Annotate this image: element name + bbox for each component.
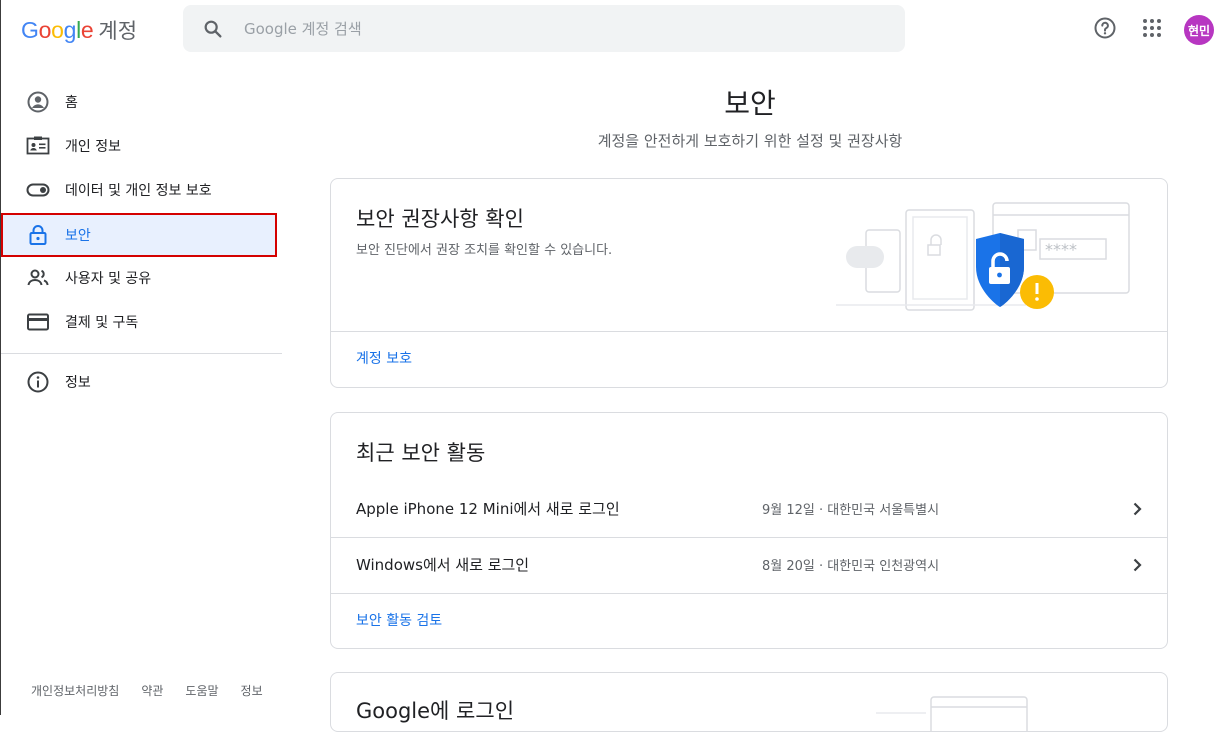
- card-title: 보안 권장사항 확인: [356, 207, 524, 231]
- sidebar-item-security[interactable]: 보안: [1, 213, 277, 257]
- sidebar-item-about[interactable]: 정보: [1, 360, 277, 404]
- card-divider: [331, 331, 1167, 332]
- chevron-right-icon: [1133, 502, 1142, 516]
- page-subtitle: 계정을 안전하게 보호하기 위한 설정 및 권장사항: [597, 132, 903, 150]
- sidebar-item-personal-info[interactable]: 개인 정보: [1, 124, 277, 168]
- credit-card-icon: [27, 313, 49, 331]
- sidebar-item-label: 개인 정보: [65, 139, 121, 155]
- search-icon[interactable]: [202, 18, 224, 40]
- search-input[interactable]: [242, 18, 846, 39]
- logo-suffix: 계정: [98, 19, 138, 43]
- activity-row[interactable]: Apple iPhone 12 Mini에서 새로 로그인 9월 12일 · 대…: [331, 481, 1167, 537]
- people-icon: [27, 269, 49, 286]
- sidebar-item-label: 결제 및 구독: [65, 315, 139, 331]
- card-title: 최근 보안 활동: [356, 441, 486, 465]
- id-card-icon: [26, 136, 50, 155]
- help-icon[interactable]: [1093, 16, 1117, 40]
- review-activity-link[interactable]: 보안 활동 검토: [356, 610, 442, 630]
- card-description: 보안 진단에서 권장 조치를 확인할 수 있습니다.: [356, 243, 613, 258]
- sidebar-item-label: 홈: [65, 95, 78, 111]
- info-icon: [27, 371, 49, 393]
- lock-icon: [29, 225, 47, 245]
- google-wordmark: Google: [21, 16, 94, 43]
- sidebar-item-label: 사용자 및 공유: [65, 271, 152, 287]
- avatar[interactable]: 현민: [1184, 15, 1214, 45]
- sidebar-footer: 개인정보처리방침 약관 도움말 정보: [31, 682, 263, 699]
- sidebar-item-home[interactable]: 홈: [1, 80, 277, 124]
- google-signin-card: Google에 로그인: [330, 672, 1168, 732]
- account-circle-icon: [27, 91, 49, 113]
- card-divider: [331, 593, 1167, 594]
- recent-security-activity-card: 최근 보안 활동 Apple iPhone 12 Mini에서 새로 로그인 9…: [330, 412, 1168, 649]
- footer-link-about[interactable]: 정보: [241, 682, 263, 699]
- activity-row[interactable]: Windows에서 새로 로그인 8월 20일 · 대한민국 인천광역시: [331, 537, 1167, 593]
- password-mask: ****: [1045, 240, 1077, 259]
- toggle-icon: [26, 183, 50, 197]
- chevron-right-icon: [1133, 558, 1142, 572]
- sidebar-item-payments[interactable]: 결제 및 구독: [1, 300, 277, 344]
- signin-illustration: [876, 696, 1028, 731]
- security-checkup-illustration: ****: [836, 202, 1130, 311]
- top-bar: Google 계정 현민: [1, 0, 1225, 60]
- sidebar-item-label: 정보: [65, 375, 91, 391]
- sidebar-divider: [1, 353, 282, 354]
- apps-grid-icon[interactable]: [1140, 16, 1164, 40]
- activity-meta: 9월 12일 · 대한민국 서울특별시: [762, 503, 940, 518]
- footer-link-terms[interactable]: 약관: [141, 682, 163, 699]
- google-account-logo[interactable]: Google 계정: [21, 14, 137, 46]
- sidebar-item-label: 보안: [65, 228, 91, 244]
- sidebar-item-data-privacy[interactable]: 데이터 및 개인 정보 보호: [1, 168, 277, 212]
- footer-link-help[interactable]: 도움말: [185, 682, 218, 699]
- sidebar-item-people-sharing[interactable]: 사용자 및 공유: [1, 256, 277, 300]
- activity-meta: 8월 20일 · 대한민국 인천광역시: [762, 559, 940, 574]
- activity-title: Apple iPhone 12 Mini에서 새로 로그인: [356, 500, 620, 518]
- search-box[interactable]: [183, 5, 905, 52]
- activity-title: Windows에서 새로 로그인: [356, 556, 530, 574]
- card-title: Google에 로그인: [356, 699, 515, 723]
- footer-link-privacy[interactable]: 개인정보처리방침: [31, 682, 119, 699]
- protect-account-link[interactable]: 계정 보호: [356, 348, 412, 368]
- page-title: 보안: [724, 87, 776, 120]
- sidebar-item-label: 데이터 및 개인 정보 보호: [65, 183, 212, 199]
- security-recommendations-card: 보안 권장사항 확인 보안 진단에서 권장 조치를 확인할 수 있습니다. **…: [330, 178, 1168, 388]
